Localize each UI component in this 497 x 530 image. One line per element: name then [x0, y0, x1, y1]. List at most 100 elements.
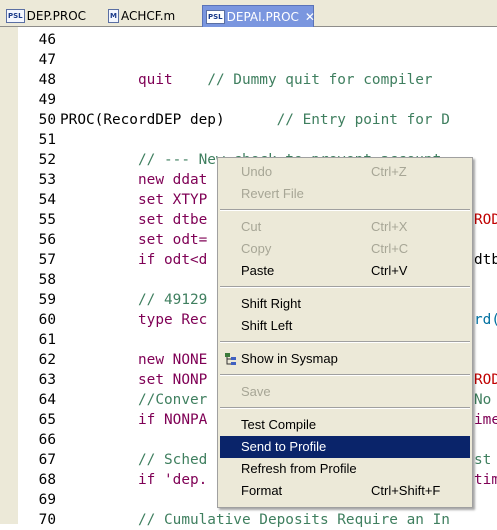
line-number: 53 [38, 172, 56, 188]
tab-depai-proc[interactable]: PSL DEPAI.PROC ✕ [202, 5, 315, 27]
menu-item-format[interactable]: Format Ctrl+Shift+F [220, 480, 470, 502]
line-number: 56 [38, 232, 56, 248]
line-number: 51 [38, 132, 56, 148]
line-number: 55 [38, 212, 56, 228]
menu-item-accelerator: Ctrl+V [371, 263, 408, 278]
line-number: 52 [38, 152, 56, 168]
line-number: 54 [38, 192, 56, 208]
line-number: 68 [38, 472, 56, 488]
sysmap-icon [225, 353, 236, 365]
code-line: 50 PROC(RecordDEP dep) // Entry point for… [0, 110, 497, 130]
menu-separator [220, 341, 470, 343]
context-menu: Undo Ctrl+Z Revert File Cut Ctrl+X Copy Ctr… [217, 157, 473, 508]
code-text: dtb [474, 252, 497, 268]
code-line: 49 [0, 90, 497, 110]
menu-item-save[interactable]: Save [220, 381, 470, 403]
code-line: 47 [0, 50, 497, 70]
menu-item-accelerator: Ctrl+X [371, 219, 408, 234]
line-number: 67 [38, 452, 56, 468]
line-number: 60 [38, 312, 56, 328]
line-number: 46 [38, 32, 56, 48]
menu-item-revert-file[interactable]: Revert File [220, 183, 470, 205]
tab-label: ACHCF.m [120, 9, 176, 23]
code-line: 48 quit // Dummy quit for compiler [0, 70, 497, 90]
code-comment: No [474, 392, 492, 408]
m-file-icon: M [108, 9, 119, 23]
line-number: 63 [38, 372, 56, 388]
code-text: ROD [474, 212, 497, 228]
menu-item-label: Format [241, 483, 283, 498]
close-tab-icon[interactable]: ✕ [305, 10, 315, 24]
code-comment: st [474, 452, 492, 468]
menu-item-paste[interactable]: Paste Ctrl+V [220, 260, 470, 282]
line-number: 65 [38, 412, 56, 428]
psl-file-icon: PSL [6, 9, 25, 23]
code-comment: // Entry point for D [276, 112, 450, 128]
code-line: 46 [0, 30, 497, 50]
line-number: 47 [38, 52, 56, 68]
line-number: 69 [38, 492, 56, 508]
menu-item-label: Copy [241, 241, 272, 256]
line-number: 48 [38, 72, 56, 88]
code-text: set XTYP [138, 192, 208, 208]
code-text: set NONP [138, 372, 208, 388]
menu-item-label: Undo [241, 164, 273, 179]
code-comment: //Conver [138, 392, 208, 408]
line-number: 58 [38, 272, 56, 288]
menu-item-accelerator: Ctrl+Shift+F [371, 483, 441, 498]
menu-item-test-compile[interactable]: Test Compile [220, 414, 470, 436]
code-text: rd( [474, 312, 497, 328]
line-number: 49 [38, 92, 56, 108]
code-text: PROC(RecordDEP dep) [60, 112, 225, 128]
code-text: type Rec [138, 312, 208, 328]
menu-item-copy[interactable]: Copy Ctrl+C [220, 238, 470, 260]
line-number: 64 [38, 392, 56, 408]
menu-item-shift-right[interactable]: Shift Right [220, 293, 470, 315]
code-text: ROD [474, 372, 497, 388]
menu-item-label: Refresh from Profile [241, 461, 357, 476]
line-number: 70 [38, 512, 56, 528]
code-comment: // Cumulative Deposits Require an In [138, 512, 450, 528]
menu-item-send-to-profile[interactable]: Send to Profile [220, 436, 470, 458]
code-text: if NONPA [138, 412, 208, 428]
code-line: 51 [0, 130, 497, 150]
menu-item-label: Cut [241, 219, 262, 234]
line-number: 50 [38, 112, 56, 128]
menu-item-refresh-from-profile[interactable]: Refresh from Profile [220, 458, 470, 480]
code-text: if 'dep. [138, 472, 208, 488]
code-comment: // Dummy quit for compiler [207, 72, 433, 88]
tab-dep-proc[interactable]: PSL DEP.PROC [3, 5, 103, 27]
tab-label: DEPAI.PROC [226, 9, 299, 24]
line-number: 57 [38, 252, 56, 268]
menu-item-label: Save [241, 384, 271, 399]
menu-item-label: Send to Profile [241, 439, 327, 454]
editor-tab-bar: PSL DEP.PROC M ACHCF.m PSL DEPAI.PROC ✕ [0, 0, 497, 27]
tab-label: DEP.PROC [26, 9, 87, 23]
tab-achcf-m[interactable]: M ACHCF.m [105, 5, 200, 27]
menu-item-label: Revert File [241, 186, 304, 201]
line-number: 66 [38, 432, 56, 448]
menu-item-label: Paste [241, 263, 275, 278]
menu-item-undo[interactable]: Undo Ctrl+Z [220, 161, 470, 183]
menu-item-label: Shift Left [241, 318, 293, 333]
code-text: set dtbe [138, 212, 208, 228]
code-text: new NONE [138, 352, 208, 368]
menu-item-cut[interactable]: Cut Ctrl+X [220, 216, 470, 238]
code-text: if odt<d [138, 252, 208, 268]
menu-separator [220, 209, 470, 211]
line-number: 62 [38, 352, 56, 368]
menu-item-accelerator: Ctrl+Z [371, 164, 407, 179]
menu-item-show-in-sysmap[interactable]: Show in Sysmap [220, 348, 470, 370]
menu-item-label: Show in Sysmap [241, 351, 338, 366]
code-text: new ddat [138, 172, 208, 188]
code-comment: // Sched [138, 452, 208, 468]
psl-file-icon: PSL [206, 9, 225, 24]
menu-separator [220, 374, 470, 376]
line-number: 61 [38, 332, 56, 348]
menu-item-shift-left[interactable]: Shift Left [220, 315, 470, 337]
code-comment: // 49129 [138, 292, 208, 308]
code-line: 70 // Cumulative Deposits Require an In [0, 510, 497, 530]
code-keyword: quit [138, 72, 173, 88]
menu-item-label: Shift Right [241, 296, 301, 311]
code-text: set odt= [138, 232, 208, 248]
